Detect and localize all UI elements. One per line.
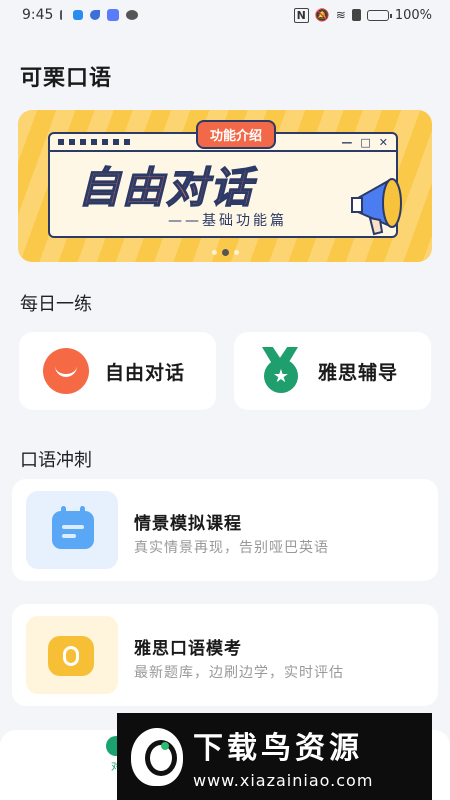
- microphone-bubble-icon: [48, 636, 102, 676]
- ielts-mock-title: 雅思口语模考: [134, 639, 242, 659]
- nfc-icon: N: [293, 7, 309, 23]
- bird-logo-icon: [131, 727, 183, 786]
- watermark-overlay: 下载鸟资源 www.xiazainiao.com: [117, 713, 432, 800]
- battery-icon: [366, 9, 392, 21]
- shield-app-icon: [73, 10, 84, 20]
- status-right: N 🔕 ≋ 100%: [293, 7, 432, 23]
- wechat-icon: [126, 10, 139, 20]
- banner-dot[interactable]: [211, 250, 217, 255]
- window-controls-icon: — □ ✕: [341, 135, 388, 149]
- ielts-coaching-label: 雅思辅导: [318, 361, 399, 384]
- ielts-mock-icon-box: [26, 616, 118, 694]
- daily-practice-title: 每日一练: [20, 294, 92, 315]
- feature-banner[interactable]: — □ ✕ 功能介绍 自由对话 ——基础功能篇: [18, 110, 432, 262]
- calendar-icon: [52, 506, 94, 549]
- banner-subtitle: ——基础功能篇: [168, 213, 287, 229]
- app-notification-icon: [107, 9, 120, 21]
- status-time: 9:45: [22, 7, 54, 23]
- free-talk-label: 自由对话: [105, 361, 186, 384]
- status-bar: 9:45 N 🔕 ≋ 100%: [0, 0, 450, 30]
- free-talk-card[interactable]: 自由对话: [19, 332, 216, 410]
- scenario-course-title: 情景模拟课程: [134, 514, 242, 534]
- usb-icon: [60, 10, 66, 20]
- watermark-url: www.xiazainiao.com: [193, 771, 374, 790]
- battery-percent: 100%: [394, 7, 432, 23]
- scenario-icon-box: [26, 491, 118, 569]
- scenario-course-card[interactable]: 情景模拟课程 真实情景再现，告别哑巴英语: [12, 479, 438, 581]
- ielts-mock-subtitle: 最新题库，边刷边学，实时评估: [134, 665, 344, 681]
- smile-face-icon: [43, 348, 95, 394]
- watermark-title: 下载鸟资源: [193, 731, 363, 766]
- banner-dot[interactable]: [233, 250, 239, 255]
- status-left: 9:45: [22, 7, 139, 23]
- banner-tag: 功能介绍: [196, 120, 277, 149]
- banner-headline: 自由对话: [77, 162, 255, 213]
- sim-icon: [351, 9, 361, 21]
- medal-star-icon: ★: [258, 347, 302, 395]
- ielts-coaching-card[interactable]: ★ 雅思辅导: [234, 332, 431, 410]
- scenario-course-subtitle: 真实情景再现，告别哑巴英语: [134, 540, 329, 556]
- watermark-text: 下载鸟资源 www.xiazainiao.com: [193, 723, 373, 790]
- megaphone-icon: [351, 178, 402, 236]
- app-title: 可栗口语: [20, 66, 113, 91]
- wifi-icon: ≋: [335, 8, 346, 22]
- mute-bell-icon: 🔕: [314, 8, 330, 22]
- ielts-mock-card[interactable]: 雅思口语模考 最新题库，边刷边学，实时评估: [12, 604, 438, 706]
- bird-app-icon: [90, 10, 101, 20]
- banner-pagination[interactable]: [18, 249, 432, 256]
- banner-dot-active[interactable]: [221, 249, 229, 256]
- oral-sprint-title: 口语冲刺: [20, 450, 92, 471]
